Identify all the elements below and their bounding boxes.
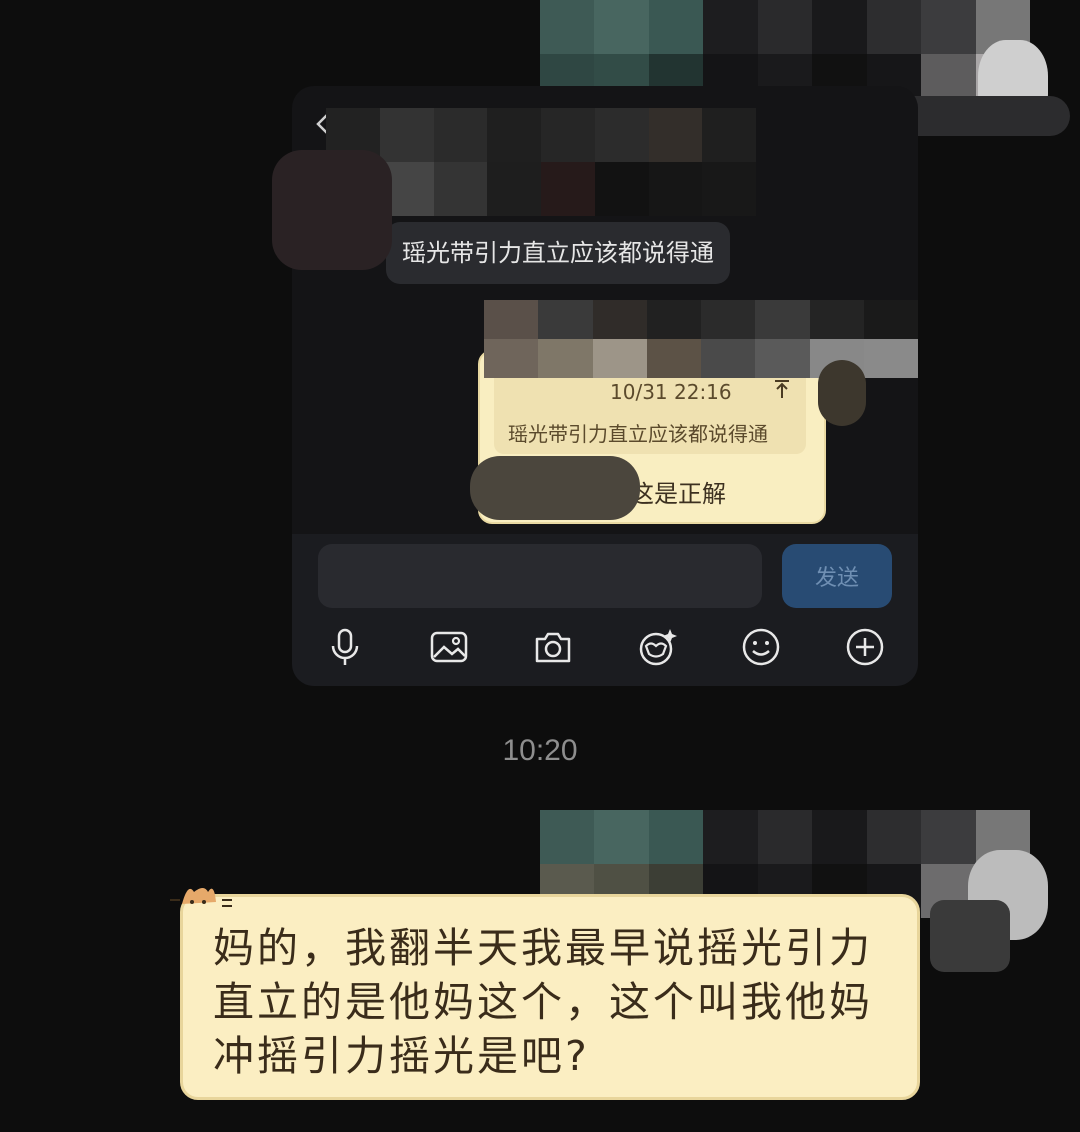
blur-smear-inner-reply [470,456,640,520]
avatar-bottom-shadow [930,900,1010,972]
sticker-icon[interactable] [636,626,678,668]
input-bar: 发送 [292,534,918,686]
camera-icon[interactable] [532,626,574,668]
quote-text: 瑶光带引力直立应该都说得通 [508,422,768,446]
message-input[interactable] [318,544,762,608]
message-bubble[interactable]: 妈的，我翻半天我最早说摇光引力直立的是他妈这个，这个叫我他妈冲摇引力摇光是吧? [180,894,920,1100]
blur-smear-inner-right [818,360,866,426]
microphone-icon[interactable] [324,626,366,668]
cat-decoration-icon [170,888,232,907]
blur-smear-left [272,150,392,270]
reply-text: 这是正解 [630,480,726,508]
message-timestamp: 10:20 [502,734,578,767]
emoji-icon[interactable] [740,626,782,668]
message-text: 妈的，我翻半天我最早说摇光引力直立的是他妈这个，这个叫我他妈冲摇引力摇光是吧? [213,924,873,1080]
quoted-message[interactable]: 10/31 22:16 瑶光带引力直立应该都说得通 [494,368,806,454]
received-message-bubble: 瑶光带引力直立应该都说得通 [386,222,730,284]
jump-to-quote-icon[interactable] [772,378,792,400]
quote-timestamp: 10/31 22:16 [610,380,732,404]
add-icon[interactable] [844,626,886,668]
image-icon[interactable] [428,626,470,668]
send-button[interactable]: 发送 [782,544,892,608]
